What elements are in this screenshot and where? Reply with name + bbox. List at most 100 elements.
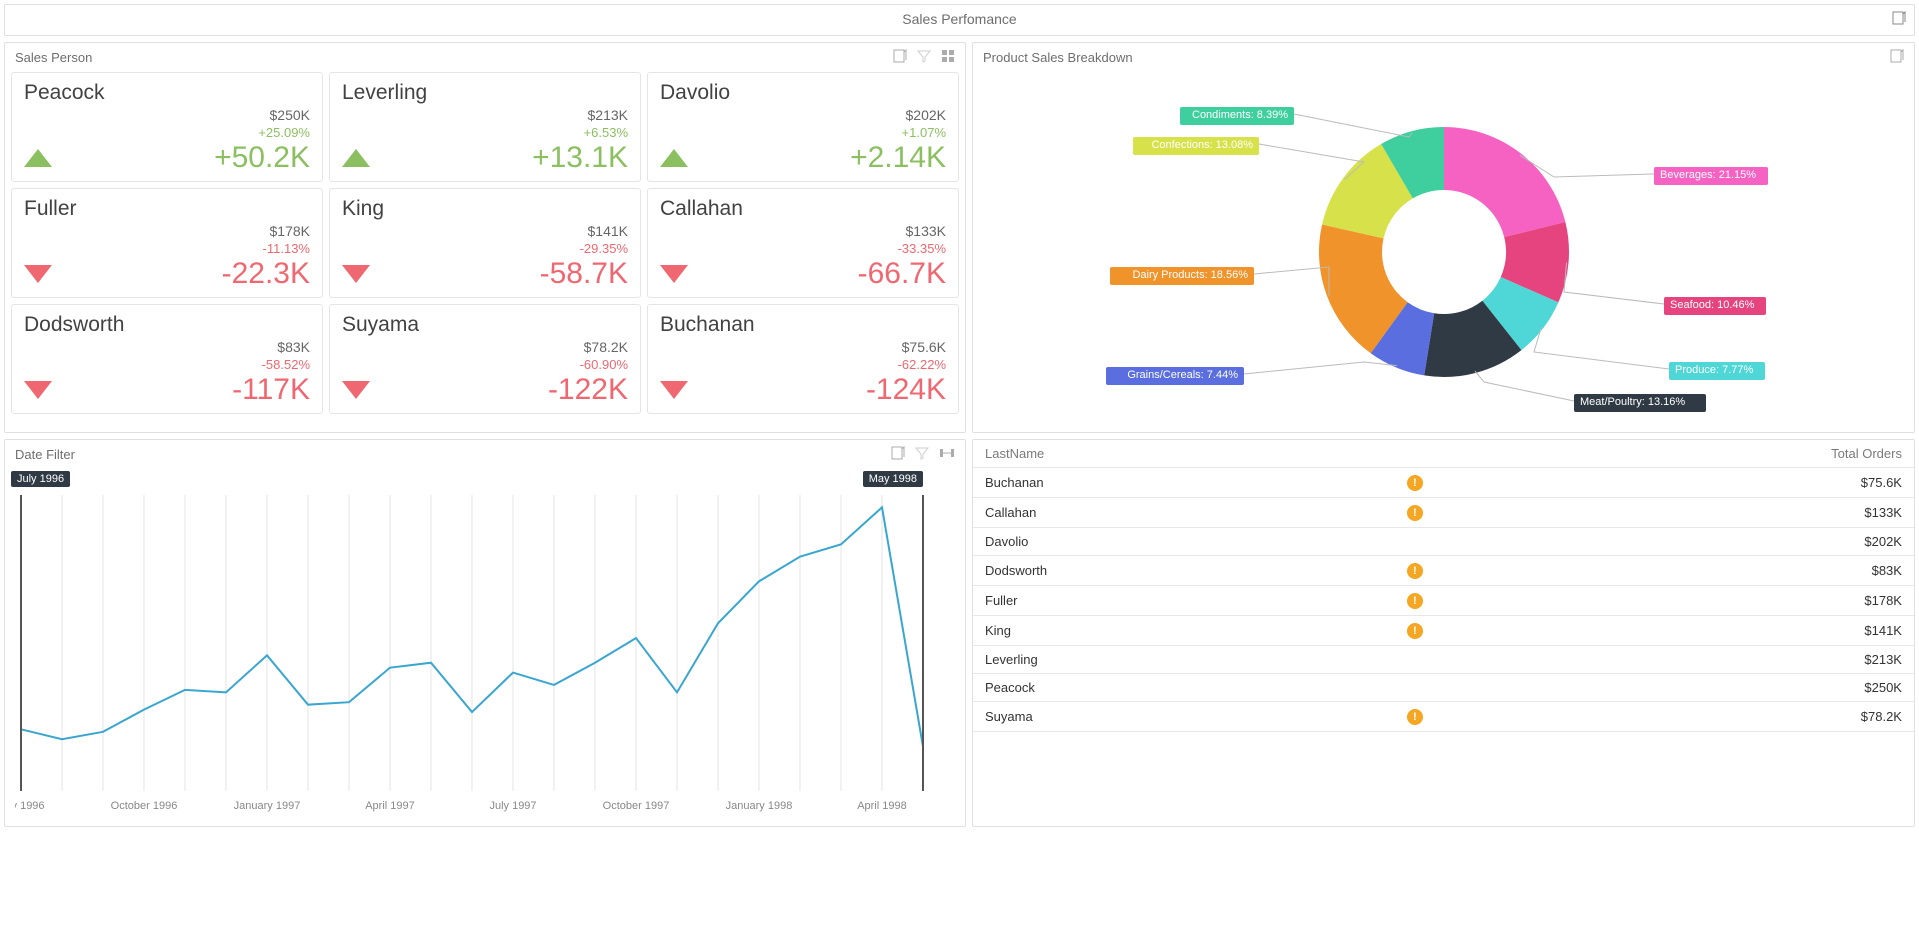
cell-warn: ! xyxy=(1407,622,1499,639)
trend-up-icon xyxy=(660,149,688,167)
col-header-total[interactable]: Total Orders xyxy=(1499,446,1902,461)
range-start-badge[interactable]: July 1996 xyxy=(11,471,70,487)
card-delta: +13.1K xyxy=(532,141,628,175)
trend-down-icon xyxy=(342,381,370,399)
card-pct: -60.90% xyxy=(580,357,628,372)
card-name: Fuller xyxy=(24,197,310,221)
sales-person-panel: Sales Person Peacock$250K+25.09%+50.2K Le… xyxy=(4,42,966,433)
card-pct: -62.22% xyxy=(898,357,946,372)
multi-select-icon[interactable] xyxy=(941,49,955,66)
warning-icon: ! xyxy=(1407,623,1423,639)
card-name: Buchanan xyxy=(660,313,946,337)
filter-icon[interactable] xyxy=(917,49,931,66)
export-icon[interactable] xyxy=(1892,11,1906,30)
warning-icon: ! xyxy=(1407,563,1423,579)
table-row[interactable]: Leverling $213K xyxy=(973,646,1914,674)
orders-table-panel: LastName Total Orders Buchanan!$75.6KCal… xyxy=(972,439,1915,827)
svg-text:Meat/Poultry: 13.16%: Meat/Poultry: 13.16% xyxy=(1580,396,1685,408)
card-name: Leverling xyxy=(342,81,628,105)
cell-total: $250K xyxy=(1499,680,1902,695)
card-delta: -66.7K xyxy=(858,257,946,291)
card-delta: -58.7K xyxy=(540,257,628,291)
donut-label: Beverages: 21.15% xyxy=(1654,167,1768,185)
donut-chart[interactable]: Beverages: 21.15% Seafood: 10.46% Produce:… xyxy=(1064,82,1824,412)
card-total: $250K xyxy=(270,107,310,123)
date-filter-panel: Date Filter July 1996 May 1998 July 1996… xyxy=(4,439,966,827)
warning-icon: ! xyxy=(1407,709,1423,725)
cell-warn: ! xyxy=(1407,562,1499,579)
cell-total: $141K xyxy=(1499,623,1902,638)
product-breakdown-panel: Product Sales Breakdown Beverages: 21.15… xyxy=(972,42,1915,433)
cell-lastname: Fuller xyxy=(985,593,1407,608)
trend-down-icon xyxy=(342,265,370,283)
svg-text:Produce: 7.77%: Produce: 7.77% xyxy=(1675,364,1753,376)
table-row[interactable]: Davolio$202K xyxy=(973,528,1914,556)
table-row[interactable]: Dodsworth!$83K xyxy=(973,556,1914,586)
x-tick-label: July 1996 xyxy=(15,800,45,812)
range-end-badge[interactable]: May 1998 xyxy=(863,471,923,487)
card-total: $133K xyxy=(906,223,946,239)
sales-card[interactable]: Leverling$213K+6.53%+13.1K xyxy=(329,72,641,182)
table-row[interactable]: Fuller!$178K xyxy=(973,586,1914,616)
sales-card[interactable]: Buchanan$75.6K-62.22%-124K xyxy=(647,304,959,414)
cell-lastname: Buchanan xyxy=(985,475,1407,490)
cell-total: $202K xyxy=(1499,534,1902,549)
donut-slice[interactable] xyxy=(1444,127,1565,237)
export-icon[interactable] xyxy=(893,49,907,66)
cell-total: $75.6K xyxy=(1499,475,1902,490)
table-row[interactable]: Buchanan!$75.6K xyxy=(973,468,1914,498)
donut-label: Confections: 13.08% xyxy=(1133,137,1259,155)
filter-icon[interactable] xyxy=(915,446,929,463)
line-chart[interactable]: July 1996October 1996January 1997April 1… xyxy=(15,475,955,815)
panel-title: Sales Person xyxy=(15,50,92,65)
svg-text:Dairy Products: 18.56%: Dairy Products: 18.56% xyxy=(1132,269,1248,281)
svg-text:Seafood: 10.46%: Seafood: 10.46% xyxy=(1670,299,1755,311)
card-delta: +50.2K xyxy=(214,141,310,175)
table-row[interactable]: Suyama!$78.2K xyxy=(973,702,1914,732)
card-pct: +1.07% xyxy=(902,125,946,140)
dashboard-title: Sales Perfomance xyxy=(902,11,1016,27)
cell-lastname: Suyama xyxy=(985,709,1407,724)
card-delta: +2.14K xyxy=(850,141,946,175)
svg-text:Grains/Cereals: 7.44%: Grains/Cereals: 7.44% xyxy=(1127,369,1238,381)
table-row[interactable]: Peacock$250K xyxy=(973,674,1914,702)
card-total: $83K xyxy=(277,339,310,355)
card-name: Dodsworth xyxy=(24,313,310,337)
trend-down-icon xyxy=(24,265,52,283)
cell-lastname: Leverling xyxy=(985,652,1407,667)
cell-lastname: King xyxy=(985,623,1407,638)
card-total: $75.6K xyxy=(902,339,946,355)
donut-label: Condiments: 8.39% xyxy=(1180,107,1294,125)
card-delta: -117K xyxy=(232,373,310,407)
card-name: Davolio xyxy=(660,81,946,105)
sales-card[interactable]: Fuller$178K-11.13%-22.3K xyxy=(11,188,323,298)
sales-card[interactable]: Suyama$78.2K-60.90%-122K xyxy=(329,304,641,414)
x-tick-label: January 1997 xyxy=(234,800,301,812)
table-row[interactable]: Callahan!$133K xyxy=(973,498,1914,528)
export-icon[interactable] xyxy=(891,446,905,463)
sales-card[interactable]: Peacock$250K+25.09%+50.2K xyxy=(11,72,323,182)
panel-title: Date Filter xyxy=(15,447,75,462)
sales-card[interactable]: Dodsworth$83K-58.52%-117K xyxy=(11,304,323,414)
trend-up-icon xyxy=(342,149,370,167)
svg-text:Confections: 13.08%: Confections: 13.08% xyxy=(1151,139,1253,151)
col-header-lastname[interactable]: LastName xyxy=(985,446,1407,461)
card-name: Callahan xyxy=(660,197,946,221)
cell-total: $213K xyxy=(1499,652,1902,667)
cell-lastname: Callahan xyxy=(985,505,1407,520)
card-name: King xyxy=(342,197,628,221)
card-total: $202K xyxy=(906,107,946,123)
panel-title: Product Sales Breakdown xyxy=(983,50,1133,65)
card-pct: -11.13% xyxy=(263,241,310,256)
table-row[interactable]: King! $141K xyxy=(973,616,1914,646)
range-handles-icon[interactable] xyxy=(939,446,955,463)
sales-card[interactable]: Davolio $202K +1.07%+2.14K xyxy=(647,72,959,182)
card-total: $213K xyxy=(588,107,628,123)
sales-card[interactable]: Callahan $133K -33.35%-66.7K xyxy=(647,188,959,298)
card-pct: -33.35% xyxy=(898,241,946,256)
export-icon[interactable] xyxy=(1890,49,1904,66)
card-total: $78.2K xyxy=(584,339,628,355)
card-pct: -29.35% xyxy=(580,241,628,256)
sales-card[interactable]: King$141K-29.35%-58.7K xyxy=(329,188,641,298)
dashboard-title-bar: Sales Perfomance xyxy=(4,4,1915,36)
